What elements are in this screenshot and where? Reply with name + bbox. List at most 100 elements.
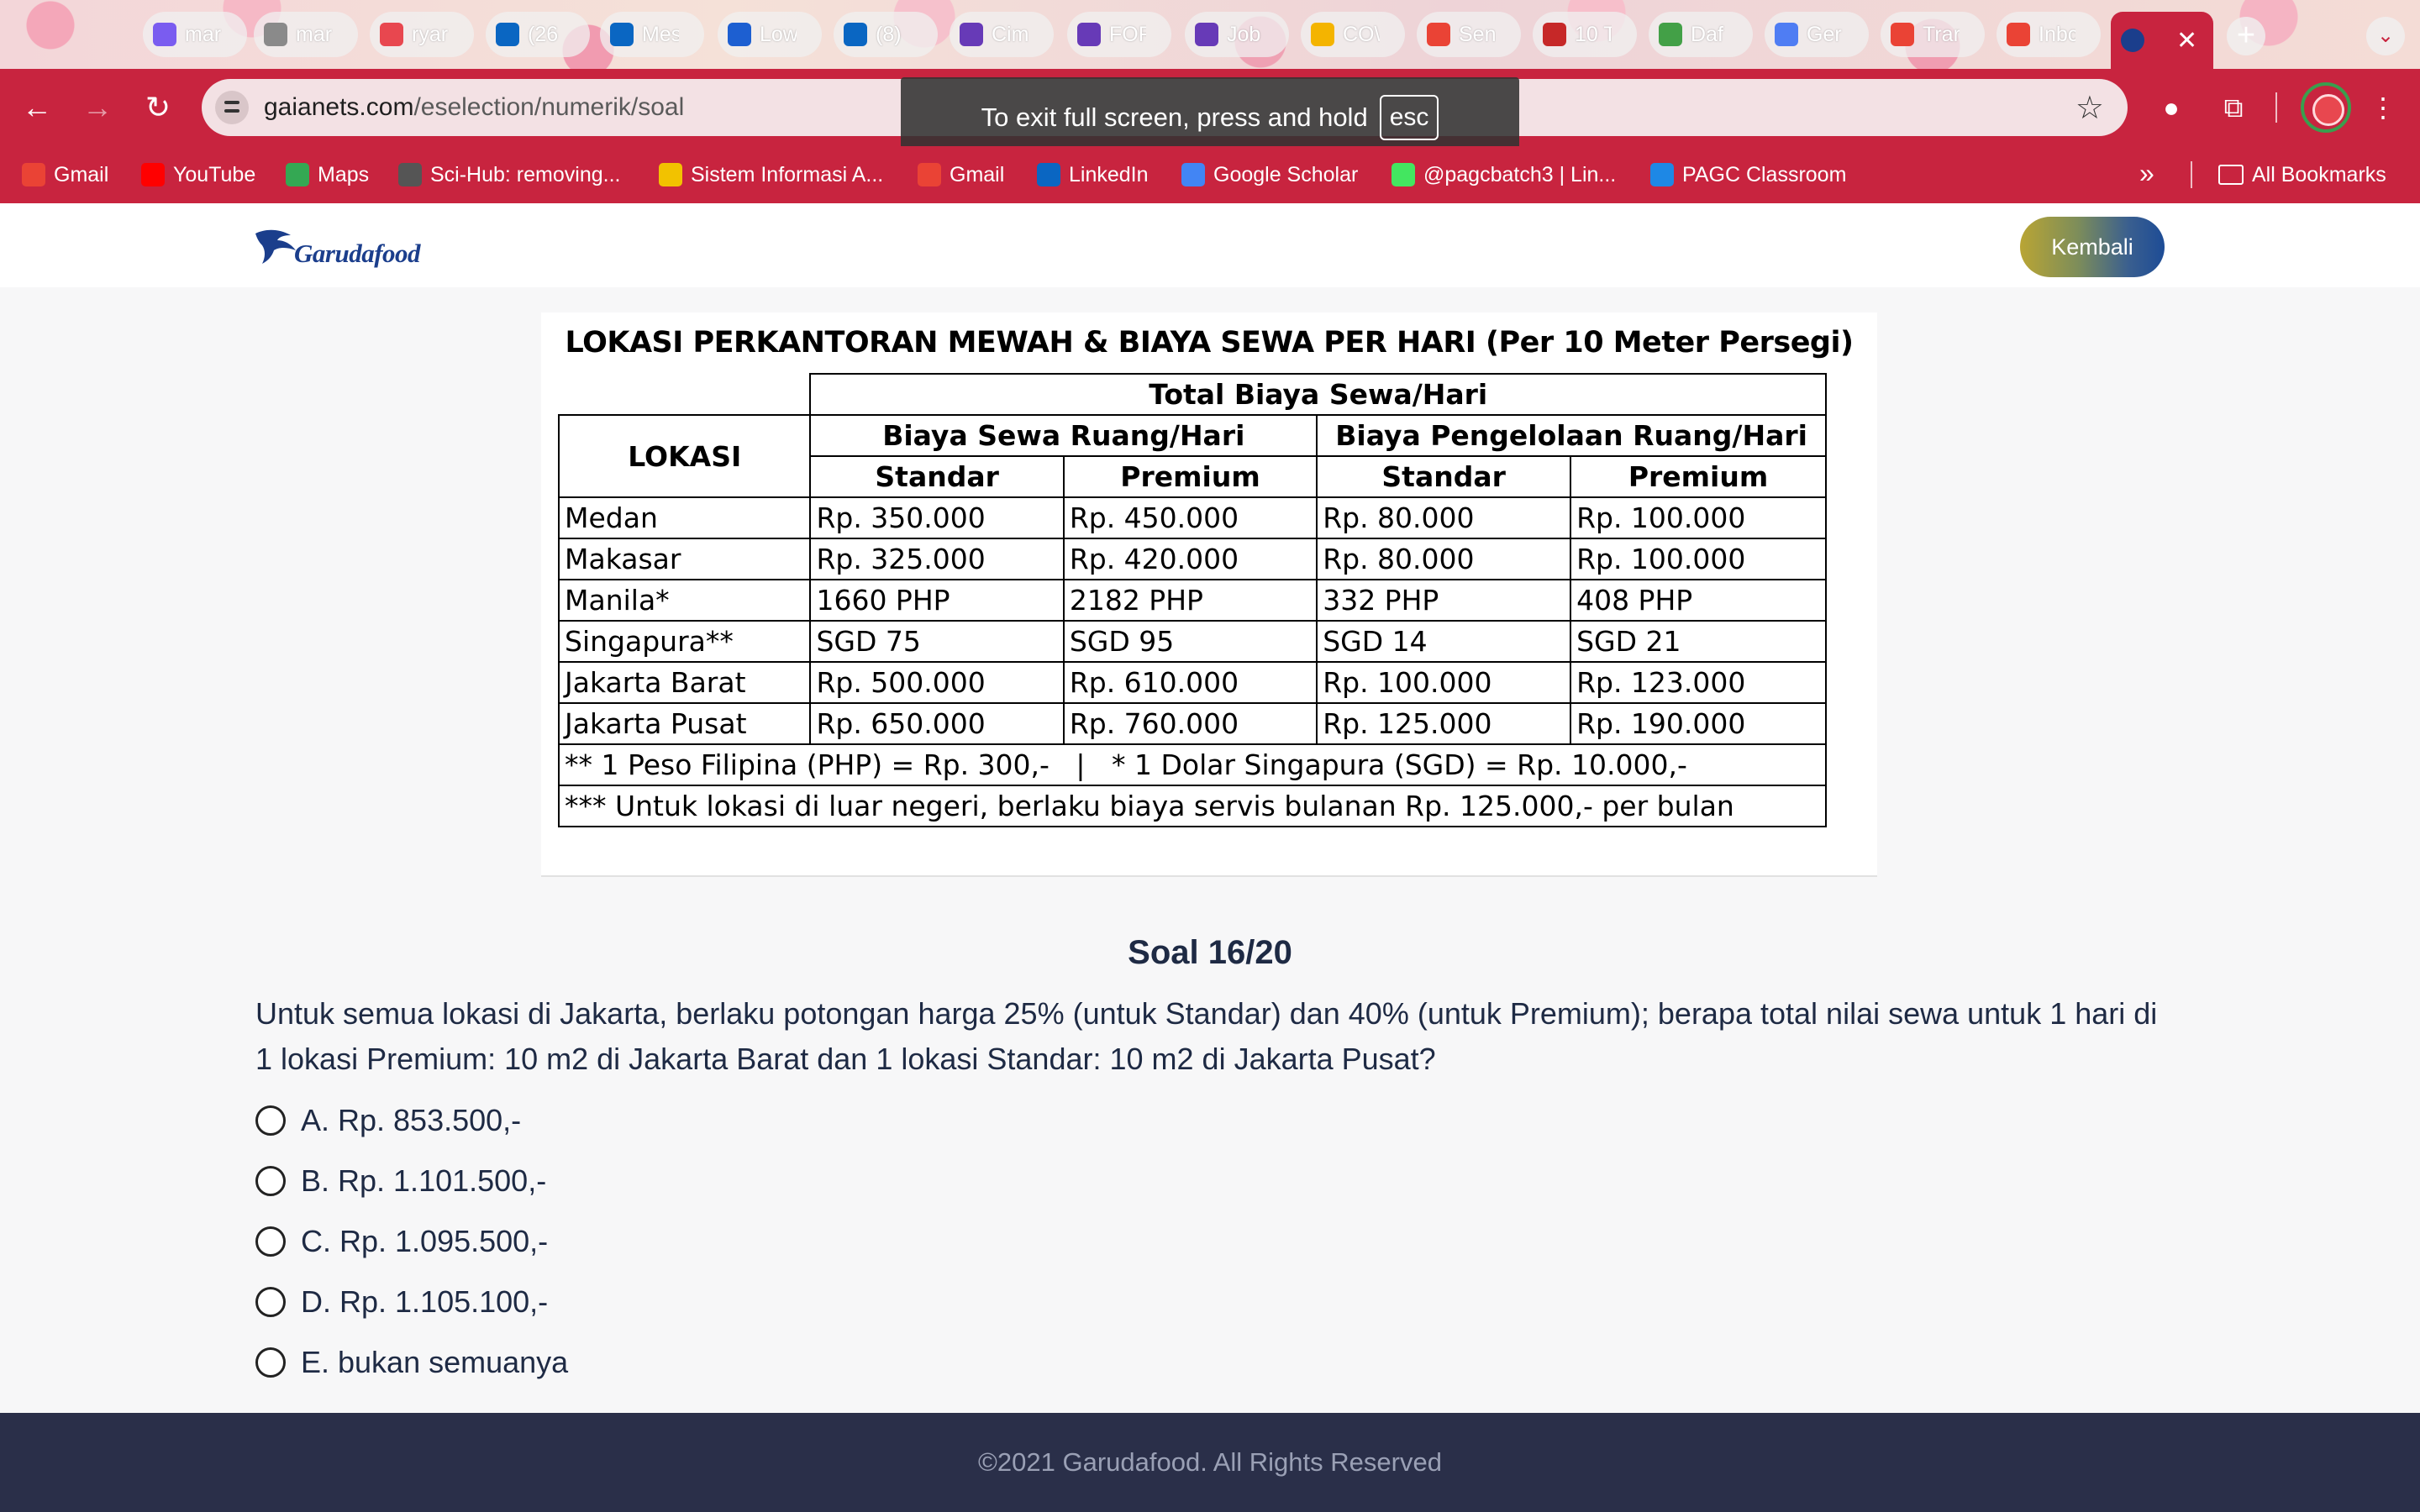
linkedin-icon (610, 23, 634, 46)
extensions-puzzle-icon[interactable]: ⧉ (2215, 89, 2252, 126)
cell-rent-premium: 2182 PHP (1062, 579, 1318, 622)
site-header: Garudafood Kembali (0, 203, 2420, 287)
gmail-icon (2007, 23, 2030, 46)
tab-strip: mar mar ryar (26 Mes Low (8) Cim FOR Job CO\ Sen 10 … (0, 0, 2420, 69)
classroom-icon (1650, 163, 1674, 186)
folder-icon (2218, 165, 2244, 185)
cell-rent-premium: Rp. 760.000 (1062, 702, 1318, 745)
linkedin-icon (844, 23, 867, 46)
answer-option[interactable]: E. bukan semuanya (255, 1344, 568, 1381)
logo-wordmark: Garudafood (294, 239, 421, 268)
answer-label[interactable]: E. bukan semuanya (301, 1345, 568, 1380)
browser-tab[interactable]: ryar (370, 12, 474, 57)
answer-radio[interactable] (255, 1226, 286, 1257)
back-button[interactable]: Kembali (2020, 217, 2165, 277)
globe-icon (264, 23, 287, 46)
garudafood-logo[interactable]: Garudafood (254, 225, 439, 272)
browser-tab[interactable]: CO\ (1301, 12, 1405, 57)
cell-location: Jakarta Barat (557, 661, 812, 704)
browser-tab[interactable]: Daf (1649, 12, 1753, 57)
browser-tab-label: Daf (1691, 22, 1723, 46)
extension-cat-icon[interactable]: ● (2153, 89, 2190, 126)
answer-label[interactable]: C. Rp. 1.095.500,- (301, 1224, 548, 1259)
bookmark-item[interactable]: YouTube (141, 158, 255, 192)
bookmark-item[interactable]: @pagcbatch3 | Lin... (1392, 158, 1616, 192)
more-bookmarks-icon[interactable]: » (2139, 158, 2154, 189)
profile-avatar[interactable] (2301, 82, 2351, 133)
browser-tab[interactable]: Sen (1417, 12, 1521, 57)
bookmark-star-icon[interactable]: ☆ (2075, 89, 2104, 127)
browser-tab[interactable]: 10 T (1533, 12, 1637, 57)
browser-tab[interactable]: (26 (486, 12, 590, 57)
header-total-cost: Total Biaya Sewa/Hari (809, 373, 1827, 416)
reload-icon[interactable]: ↻ (139, 89, 176, 126)
bookmark-item[interactable]: PAGC Classroom (1650, 158, 1846, 192)
bookmarks-bar: Gmail YouTube Maps Sci-Hub: removing... Sist… (0, 146, 2420, 203)
answer-radio[interactable] (255, 1105, 286, 1136)
browser-tab[interactable]: (8) (834, 12, 938, 57)
bookmark-item[interactable]: Sistem Informasi A... (659, 158, 883, 192)
answer-label[interactable]: A. Rp. 853.500,- (301, 1103, 521, 1138)
gmail-icon (22, 163, 45, 186)
currency-note: ** 1 Peso Filipina (PHP) = Rp. 300,- | *… (558, 743, 1827, 786)
browser-tab[interactable]: FOR (1067, 12, 1171, 57)
answer-option[interactable]: A. Rp. 853.500,- (255, 1102, 521, 1139)
answer-option[interactable]: B. Rp. 1.101.500,- (255, 1163, 546, 1200)
cell-rent-standard: Rp. 325.000 (809, 538, 1065, 580)
header-rent-premium: Premium (1062, 455, 1318, 498)
cell-mgmt-premium: Rp. 123.000 (1570, 661, 1827, 704)
browser-tab-label: Mes (642, 22, 679, 46)
browser-tab[interactable]: Inbc (1996, 12, 2101, 57)
answer-option[interactable]: D. Rp. 1.105.100,- (255, 1284, 548, 1320)
bookmark-item[interactable]: Gmail (22, 158, 108, 192)
gemini-icon (1775, 23, 1798, 46)
browser-tab-label: Low (760, 22, 797, 46)
browser-tab[interactable]: Low (718, 12, 822, 57)
question-number: Soal 16/20 (1128, 934, 1292, 971)
bookmark-label: Sistem Informasi A... (691, 162, 884, 186)
cell-rent-standard: Rp. 350.000 (809, 496, 1065, 539)
active-tab[interactable]: ✕ (2111, 12, 2213, 69)
bookmark-item[interactable]: Gmail (918, 158, 1004, 192)
browser-tab-label: Inbc (2039, 22, 2075, 46)
tab-search-button[interactable]: ⌄ (2366, 17, 2405, 55)
back-arrow-icon[interactable]: ← (18, 89, 55, 126)
rent-cost-table: Total Biaya Sewa/Hari LOKASI Biaya Sewa … (557, 373, 1827, 827)
browser-tab[interactable]: Mes (600, 12, 704, 57)
site-info-icon[interactable] (215, 91, 249, 124)
answer-option[interactable]: C. Rp. 1.095.500,- (255, 1223, 548, 1260)
new-tab-button[interactable]: + (2227, 17, 2265, 55)
linktree-icon (1392, 163, 1415, 186)
answer-radio[interactable] (255, 1166, 286, 1196)
answer-radio[interactable] (255, 1347, 286, 1378)
all-bookmarks-button[interactable]: All Bookmarks (2218, 158, 2386, 192)
url-text[interactable]: gaianets.com/eselection/numerik/soal (264, 93, 684, 122)
target-icon (380, 23, 403, 46)
table-row: Singapura** SGD 75 SGD 95 SGD 14 SGD 21 (557, 620, 1827, 663)
bookmark-item[interactable]: Google Scholar (1181, 158, 1358, 192)
gmail-icon (918, 163, 941, 186)
answer-label[interactable]: D. Rp. 1.105.100,- (301, 1284, 548, 1320)
cell-location: Singapura** (557, 620, 812, 663)
browser-tab[interactable]: Job (1185, 12, 1289, 57)
browser-tab[interactable]: Ger (1765, 12, 1869, 57)
answer-label[interactable]: B. Rp. 1.101.500,- (301, 1163, 546, 1199)
browser-tab[interactable]: mar (143, 12, 247, 57)
bookmark-item[interactable]: Maps (286, 158, 369, 192)
forward-arrow-icon[interactable]: → (79, 89, 116, 126)
table-image-card: LOKASI PERKANTORAN MEWAH & BIAYA SEWA PE… (541, 312, 1877, 877)
close-tab-icon[interactable]: ✕ (2176, 26, 2197, 55)
answer-radio[interactable] (255, 1287, 286, 1317)
browser-tab[interactable]: Cim (950, 12, 1054, 57)
forms-icon (1195, 23, 1218, 46)
fullscreen-tip-text: To exit full screen, press and hold (981, 102, 1368, 132)
bookmark-item[interactable]: Sci-Hub: removing... (398, 158, 620, 192)
table-row: Manila* 1660 PHP 2182 PHP 332 PHP 408 PHP (557, 579, 1827, 622)
scihub-icon (398, 163, 422, 186)
cell-mgmt-standard: Rp. 125.000 (1316, 702, 1572, 745)
bookmark-item[interactable]: LinkedIn (1037, 158, 1149, 192)
browser-tab-label: 10 T (1575, 22, 1612, 46)
browser-tab[interactable]: Trar (1881, 12, 1985, 57)
browser-tab[interactable]: mar (254, 12, 358, 57)
browser-menu-icon[interactable]: ⋮ (2365, 89, 2402, 126)
